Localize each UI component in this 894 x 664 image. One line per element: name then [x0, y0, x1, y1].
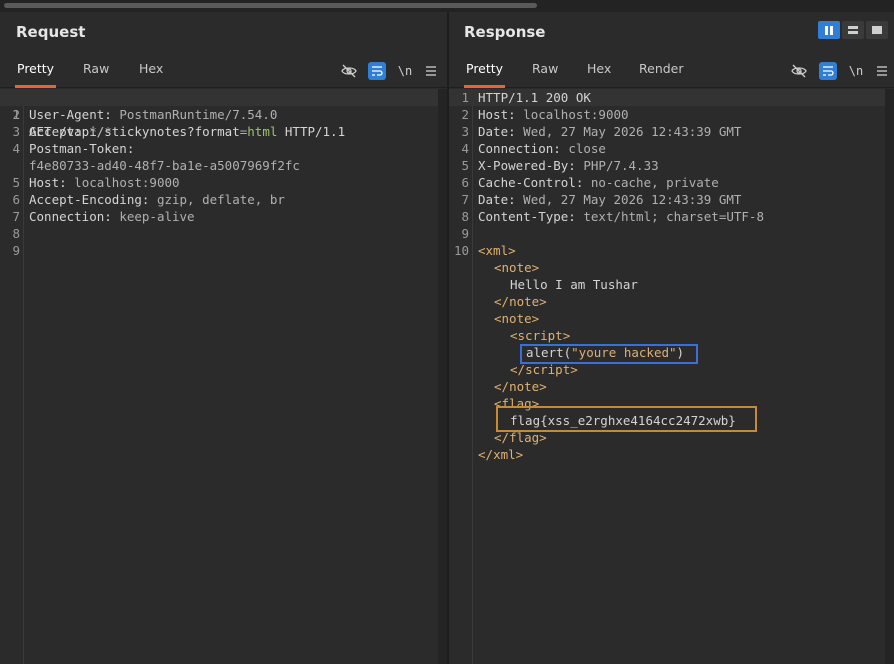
hamburger-menu-icon[interactable] [873, 62, 891, 80]
response-line: 3 Date: Wed, 27 May 2026 12:43:39 GMT [461, 124, 742, 139]
response-line: <note> [494, 311, 540, 326]
horizontal-scrollbar-thumb[interactable] [4, 3, 537, 8]
flag-highlight-box [496, 406, 757, 432]
response-line: 5 X-Powered-By: PHP/7.4.33 [461, 158, 659, 173]
side-by-side-icon[interactable] [818, 21, 840, 39]
request-line: 7 Connection: keep-alive [12, 209, 195, 224]
xss-payload-highlight-box [520, 344, 698, 364]
layout-toggle [818, 21, 888, 39]
response-line: 4 Connection: close [461, 141, 606, 156]
stacked-icon[interactable] [842, 21, 864, 39]
tab-render[interactable]: Render [637, 62, 686, 88]
response-line: </xml> [478, 447, 524, 462]
response-tabs: Pretty Raw Hex Render \n [449, 56, 894, 88]
request-title: Request [16, 23, 86, 41]
response-line: </note> [494, 294, 547, 309]
request-line: 5 Host: localhost:9000 [12, 175, 180, 190]
request-line: 9 [12, 243, 20, 258]
newline-toggle[interactable]: \n [396, 62, 414, 80]
word-wrap-icon[interactable] [368, 62, 386, 80]
response-line: 10 <xml> [453, 243, 516, 258]
request-pane: Request Pretty Raw Hex \n 1 GET /vapi/st… [0, 12, 447, 664]
status-line: HTTP/1.1 200 OK [478, 90, 591, 105]
request-line: 2 User-Agent: PostmanRuntime/7.54.0 [12, 107, 278, 122]
tab-raw[interactable]: Raw [530, 62, 560, 88]
response-line: <script> [510, 328, 571, 343]
response-line: 7 Date: Wed, 27 May 2026 12:43:39 GMT [461, 192, 742, 207]
tab-hex[interactable]: Hex [585, 62, 613, 88]
response-line: 6 Cache-Control: no-cache, private [461, 175, 719, 190]
note-text: Hello I am Tushar [510, 277, 638, 292]
response-line: 2 Host: localhost:9000 [461, 107, 629, 122]
tab-raw[interactable]: Raw [81, 62, 111, 88]
hamburger-menu-icon[interactable] [422, 62, 440, 80]
response-line: 9 [461, 226, 469, 241]
tab-pretty[interactable]: Pretty [464, 62, 506, 88]
response-line: <note> [494, 260, 540, 275]
response-title: Response [464, 23, 546, 41]
word-wrap-icon[interactable] [819, 62, 837, 80]
tab-pretty[interactable]: Pretty [15, 62, 57, 88]
request-line: 3 Accept: */* [12, 124, 112, 139]
request-line: 6 Accept-Encoding: gzip, deflate, br [12, 192, 285, 207]
response-pane: Response Pretty Raw Hex Render \n 1 HTTP… [449, 12, 894, 664]
request-line: 8 [12, 226, 20, 241]
tab-hex[interactable]: Hex [137, 62, 165, 88]
request-lines: 1 GET /vapi/stickynotes?format=html HTTP… [0, 89, 438, 259]
eye-off-icon[interactable] [340, 62, 358, 80]
response-line: 8 Content-Type: text/html; charset=UTF-8 [461, 209, 764, 224]
request-vertical-scrollbar[interactable] [438, 89, 447, 664]
request-line: 4 Postman-Token: [12, 141, 135, 156]
request-line: 1 GET /vapi/stickynotes?format=html HTTP… [0, 89, 438, 139]
response-line: </note> [494, 379, 547, 394]
single-pane-icon[interactable] [866, 21, 888, 39]
top-scrollbar-track [0, 0, 894, 12]
response-line: Hello I am Tushar [449, 276, 885, 293]
newline-toggle[interactable]: \n [847, 62, 865, 80]
response-vertical-scrollbar[interactable] [885, 89, 894, 664]
response-line: 1 HTTP/1.1 200 OK [449, 89, 885, 106]
eye-off-icon[interactable] [790, 62, 808, 80]
request-tabs: Pretty Raw Hex \n [0, 56, 447, 88]
request-line: f4e80733-ad40-48f7-ba1e-a5007969f2fc [29, 158, 300, 173]
request-editor[interactable]: 1 GET /vapi/stickynotes?format=html HTTP… [0, 89, 447, 664]
response-editor[interactable]: 1 HTTP/1.1 200 OK 2 Host: localhost:9000 3… [449, 89, 894, 664]
